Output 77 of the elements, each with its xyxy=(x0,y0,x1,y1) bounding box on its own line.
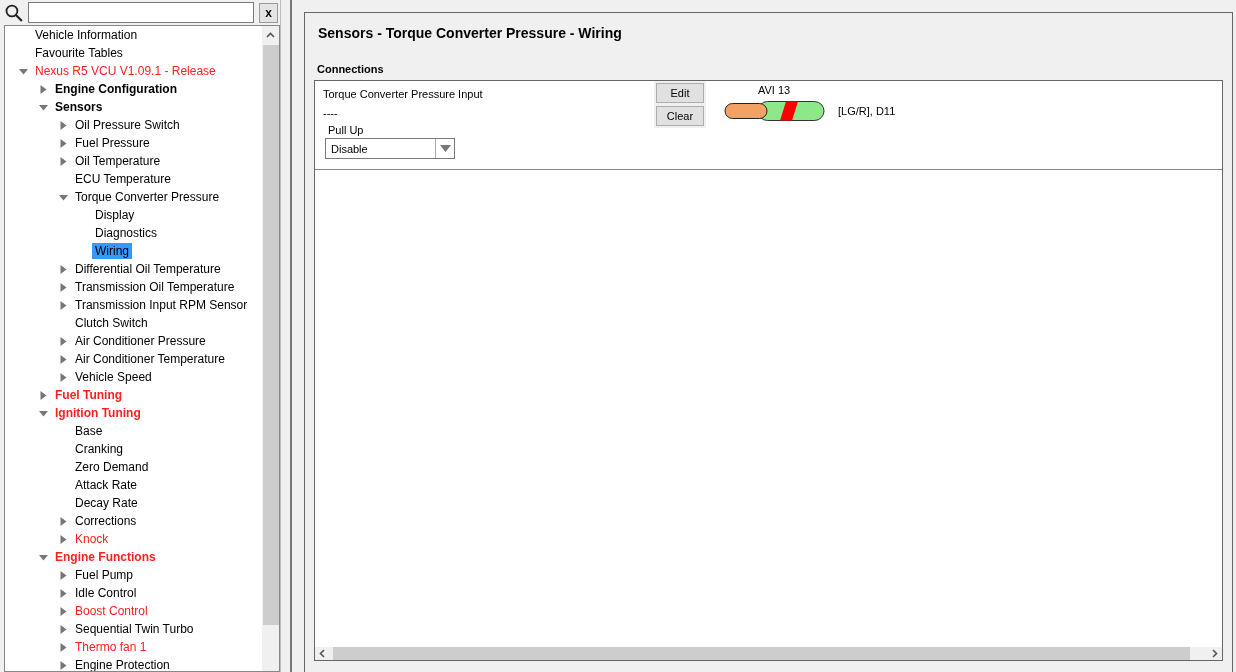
wire-code: [LG/R], D11 xyxy=(838,105,896,117)
search-field[interactable] xyxy=(27,2,255,23)
tree-item[interactable]: Transmission Input RPM Sensor xyxy=(72,297,251,313)
collapsed-arrow-icon[interactable] xyxy=(59,300,68,310)
expanded-arrow-icon[interactable] xyxy=(59,192,68,202)
tree-item[interactable]: Clutch Switch xyxy=(72,315,151,331)
tree-item[interactable]: Attack Rate xyxy=(72,477,141,493)
collapsed-arrow-icon[interactable] xyxy=(59,624,68,634)
tree-item[interactable]: Favourite Tables xyxy=(32,45,126,61)
input-name: Torque Converter Pressure Input xyxy=(323,88,484,102)
action-button[interactable]: Edit xyxy=(656,83,704,103)
collapsed-arrow-icon[interactable] xyxy=(39,390,48,400)
section-heading: Connections xyxy=(316,62,385,77)
tree-item[interactable]: Air Conditioner Pressure xyxy=(72,333,209,349)
collapsed-arrow-icon[interactable] xyxy=(59,282,68,292)
tree-item[interactable]: Sequential Twin Turbo xyxy=(72,621,197,637)
tree-item[interactable]: Differential Oil Temperature xyxy=(72,261,224,277)
tree-item[interactable]: Engine Functions xyxy=(52,549,159,565)
tree-item[interactable]: Engine Configuration xyxy=(52,81,180,97)
collapsed-arrow-icon[interactable] xyxy=(59,588,68,598)
collapsed-arrow-icon[interactable] xyxy=(59,606,68,616)
tree-item[interactable]: Idle Control xyxy=(72,585,140,601)
collapsed-arrow-icon[interactable] xyxy=(59,354,68,364)
input-value: ---- xyxy=(323,107,339,121)
pull-up-dropdown[interactable]: Disable xyxy=(325,138,455,159)
tree-item[interactable]: Thermo fan 1 xyxy=(72,639,150,655)
tree-item[interactable]: Sensors xyxy=(52,99,106,115)
tree-item[interactable]: Fuel Tuning xyxy=(52,387,126,403)
tree-item[interactable]: Zero Demand xyxy=(72,459,152,475)
collapsed-arrow-icon[interactable] xyxy=(59,660,68,670)
expanded-arrow-icon[interactable] xyxy=(39,408,48,418)
collapsed-arrow-icon[interactable] xyxy=(59,570,68,580)
expanded-arrow-icon[interactable] xyxy=(39,552,48,562)
tree-item[interactable]: Wiring xyxy=(92,243,132,259)
scroll-right-icon[interactable] xyxy=(1212,649,1218,658)
tree-item[interactable]: Ignition Tuning xyxy=(52,405,144,421)
tree-item[interactable]: Torque Converter Pressure xyxy=(72,189,223,205)
tree-item[interactable]: Boost Control xyxy=(72,603,151,619)
tree-item[interactable]: Vehicle Information xyxy=(32,27,141,43)
expanded-arrow-icon[interactable] xyxy=(19,66,28,76)
collapsed-arrow-icon[interactable] xyxy=(59,516,68,526)
tree-item[interactable]: Vehicle Speed xyxy=(72,369,155,385)
field-label: Pull Up xyxy=(328,124,365,136)
tree-item[interactable]: Nexus R5 VCU V1.09.1 - Release xyxy=(32,63,219,79)
collapsed-arrow-icon[interactable] xyxy=(59,372,68,382)
tree-item[interactable]: Fuel Pressure xyxy=(72,135,153,151)
tree-item[interactable]: Oil Pressure Switch xyxy=(72,117,183,133)
collapsed-arrow-icon[interactable] xyxy=(39,84,48,94)
collapsed-arrow-icon[interactable] xyxy=(59,642,68,652)
tree-item[interactable]: Fuel Pump xyxy=(72,567,137,583)
pin-label: AVI 13 xyxy=(758,84,792,98)
tree-item[interactable]: Corrections xyxy=(72,513,140,529)
collapsed-arrow-icon[interactable] xyxy=(59,138,68,148)
collapsed-arrow-icon[interactable] xyxy=(59,336,68,346)
tree-item[interactable]: Decay Rate xyxy=(72,495,141,511)
page-title: Sensors - Torque Converter Pressure - Wiring xyxy=(317,24,623,43)
search-icon[interactable] xyxy=(5,3,23,22)
collapsed-arrow-icon[interactable] xyxy=(59,156,68,166)
tree-item[interactable]: Knock xyxy=(72,531,112,547)
tree-item[interactable]: Diagnostics xyxy=(92,225,161,241)
tree-item[interactable]: Air Conditioner Temperature xyxy=(72,351,228,367)
tree-item[interactable]: Oil Temperature xyxy=(72,153,164,169)
scroll-up-icon[interactable] xyxy=(266,32,275,38)
dropdown-arrow-icon[interactable] xyxy=(439,145,451,152)
clear-search-button[interactable]: x xyxy=(259,2,278,23)
tree-item[interactable]: Cranking xyxy=(72,441,127,457)
tree-item[interactable]: ECU Temperature xyxy=(72,171,174,187)
action-button[interactable]: Clear xyxy=(656,106,704,126)
tree-item[interactable]: Transmission Oil Temperature xyxy=(72,279,238,295)
expanded-arrow-icon[interactable] xyxy=(39,102,48,112)
tree-item[interactable]: Display xyxy=(92,207,138,223)
tree-item[interactable]: Engine Protection xyxy=(72,657,173,671)
collapsed-arrow-icon[interactable] xyxy=(59,120,68,130)
collapsed-arrow-icon[interactable] xyxy=(59,534,68,544)
scroll-left-icon[interactable] xyxy=(319,649,325,658)
collapsed-arrow-icon[interactable] xyxy=(59,264,68,274)
tree-item[interactable]: Base xyxy=(72,423,106,439)
